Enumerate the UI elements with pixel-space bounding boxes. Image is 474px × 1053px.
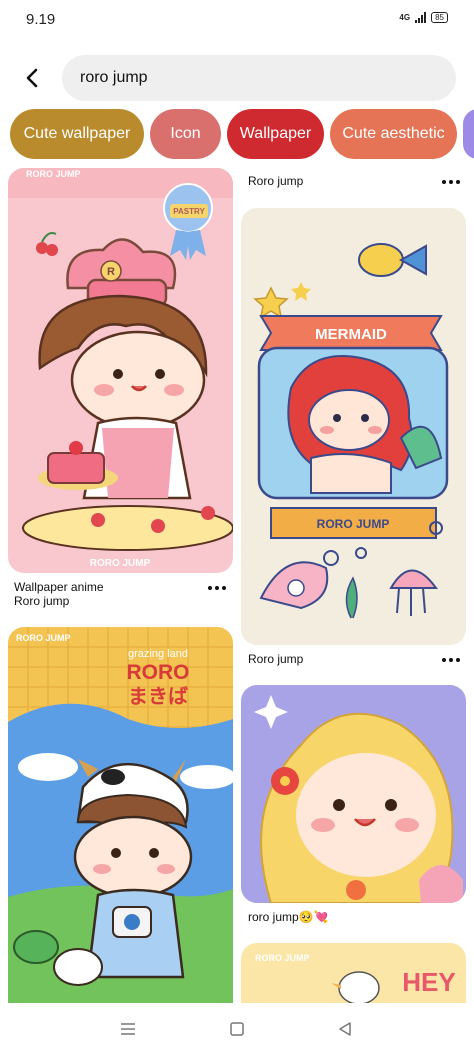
hey-text: HEY [402,967,455,997]
pin-more-button[interactable] [205,581,229,595]
suggestion-chips: Cute wallpaper Icon Wallpaper Cute aesth… [10,109,474,159]
home-square-icon [230,1022,244,1036]
pin-title-line: Wallpaper anime [14,580,104,594]
back-triangle-icon [339,1022,351,1036]
pin-watermark: RORO JUMP [26,169,81,179]
pin-title-blonde: roro jump🥺💘 [248,910,329,924]
pin-watermark: RORO JUMP [255,953,310,963]
menu-icon [121,1023,135,1035]
pin-image-pastry[interactable]: RORO JUMP PASTRY R RORO JUMP [8,168,233,573]
pin-image-mermaid[interactable]: MERMAID RORO JUMP [241,208,466,645]
chip-cute-aesthetic[interactable]: Cute aesthetic [330,109,457,159]
status-bar: 9.19 4G 85 [0,0,474,40]
status-time: 9.19 [26,11,56,28]
svg-text:R: R [107,266,115,278]
pin-image-label: RORO JUMP [90,558,151,569]
pin-image-hey[interactable]: RORO JUMP HEY [241,943,466,1003]
nav-home-button[interactable] [225,1018,249,1040]
mermaid-banner-text: MERMAID [315,326,387,343]
pin-image-grazing-land[interactable]: RORO JUMP grazing land RORO まきば [8,627,233,1003]
pin-title-top: Roro jump [248,174,304,188]
pin-title-line: Roro jump [14,594,70,608]
pin-watermark: RORO JUMP [16,633,71,643]
chip-icon[interactable]: Icon [150,109,221,159]
chip-more[interactable] [463,109,474,159]
chip-label: Wallpaper [239,125,312,142]
search-query: roro jump [80,69,148,86]
back-button[interactable] [18,62,46,94]
pin-more-button[interactable] [439,175,463,189]
chip-cute-wallpaper[interactable]: Cute wallpaper [10,109,144,159]
battery-level: 85 [435,13,444,22]
badge-text: PASTRY [173,207,205,216]
nav-menu-button[interactable] [116,1018,140,1040]
chip-label: Cute wallpaper [23,125,131,142]
signal-icon [415,12,427,23]
grazing-jp-text: まきば [128,684,188,708]
battery-icon: 85 [431,12,448,23]
status-icons: 4G 85 [399,12,448,23]
grazing-sub-text: grazing land [128,648,188,660]
mermaid-ribbon-text: RORO JUMP [317,517,390,531]
grazing-big-text: RORO [127,661,190,684]
chip-label: Cute aesthetic [342,125,445,142]
pin-title-pastry: Wallpaper anime Roro jump [14,580,194,608]
pin-image-blonde-girl[interactable] [241,685,466,903]
chip-label: Icon [170,125,201,142]
pin-title-mermaid: Roro jump [248,652,304,666]
chip-wallpaper[interactable]: Wallpaper [227,109,324,159]
search-input[interactable]: roro jump [62,55,456,101]
nav-back-button[interactable] [333,1018,357,1040]
system-nav-bar [0,1003,474,1053]
network-type-label: 4G [399,12,411,22]
chevron-left-icon [26,68,38,88]
pin-more-button[interactable] [439,653,463,667]
